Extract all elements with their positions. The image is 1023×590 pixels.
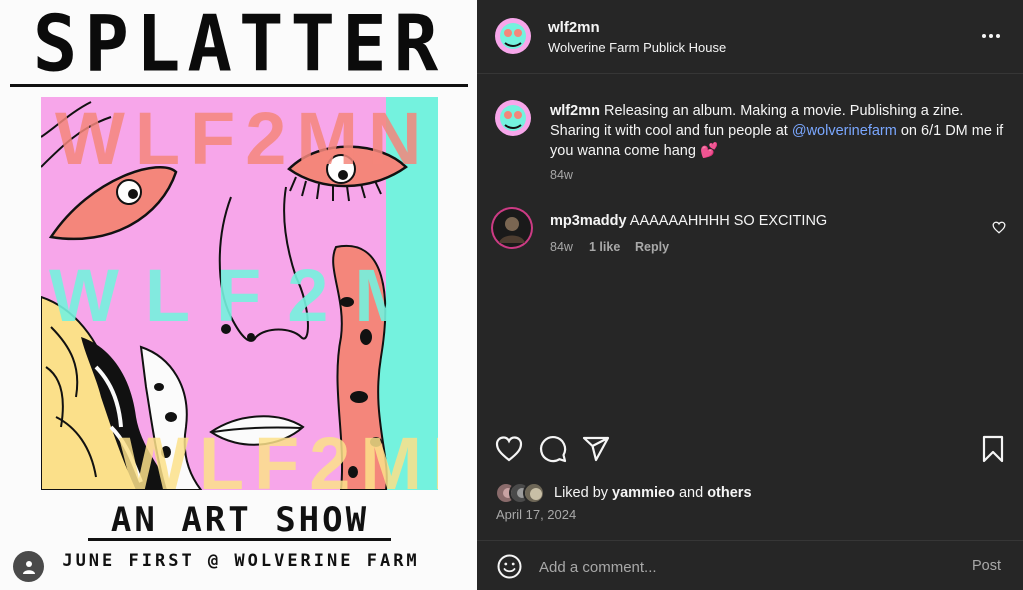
poster-title: SPLATTER bbox=[32, 0, 446, 90]
comment-text: mp3maddy AAAAAAHHHH SO EXCITING bbox=[550, 213, 827, 229]
caption-emoji: 💕 bbox=[699, 143, 718, 159]
likes-joiner: and bbox=[678, 485, 704, 501]
caption-age[interactable]: 84w bbox=[550, 168, 573, 182]
comment-body: AAAAAAHHHH SO EXCITING bbox=[629, 213, 828, 229]
heart-icon[interactable] bbox=[494, 434, 524, 464]
caption-username[interactable]: wlf2mn bbox=[550, 103, 600, 119]
likes-text: Liked by yammieo and others bbox=[554, 485, 752, 501]
caption-text: wlf2mn Releasing an album. Making a movi… bbox=[550, 101, 1010, 161]
poster-subtitle-rule bbox=[88, 538, 391, 541]
post-action-bar bbox=[477, 434, 1023, 470]
post-image[interactable]: SPLATTER WLF2MN WLF2M WLF2M AN ART SHOW … bbox=[0, 0, 477, 590]
comment-reply-button[interactable]: Reply bbox=[635, 240, 669, 254]
emoji-icon[interactable] bbox=[497, 554, 522, 579]
liker-avatar-image bbox=[525, 484, 543, 502]
poster-subtitle: AN ART SHOW bbox=[110, 500, 370, 540]
person-icon bbox=[22, 560, 35, 574]
poster-artwork: WLF2MN WLF2M WLF2MN bbox=[41, 97, 438, 490]
comment-age[interactable]: 84w bbox=[550, 240, 573, 254]
comment-like-count[interactable]: 1 like bbox=[589, 240, 620, 254]
more-options-button[interactable] bbox=[977, 26, 1005, 46]
poster-watermark-top: WLF2MN bbox=[55, 97, 432, 180]
comment-like-heart-icon[interactable] bbox=[992, 221, 1006, 234]
commenter-username[interactable]: mp3maddy bbox=[550, 213, 627, 229]
poster-watermark-middle: WLF2M bbox=[49, 254, 438, 337]
post-date[interactable]: April 17, 2024 bbox=[496, 507, 576, 522]
likes-prefix: Liked by bbox=[554, 485, 609, 501]
likes-user-link[interactable]: yammieo bbox=[612, 485, 675, 501]
bookmark-icon[interactable] bbox=[978, 434, 1008, 464]
liker-avatar[interactable] bbox=[523, 482, 545, 504]
author-avatar[interactable] bbox=[495, 18, 531, 54]
post-location[interactable]: Wolverine Farm Publick House bbox=[548, 40, 726, 55]
poster-date-line: JUNE FIRST @ WOLVERINE FARM bbox=[62, 551, 420, 571]
author-username[interactable]: wlf2mn bbox=[548, 19, 600, 36]
poster-watermark-bottom: WLF2MN bbox=[119, 422, 438, 490]
caption-author-avatar[interactable] bbox=[495, 100, 531, 136]
more-horizontal-icon bbox=[982, 34, 986, 38]
comment-icon[interactable] bbox=[538, 434, 568, 464]
post-details-panel: wlf2mn Wolverine Farm Publick House wlf2… bbox=[477, 0, 1023, 590]
poster-title-rule bbox=[10, 84, 468, 87]
post-comment-button[interactable]: Post bbox=[972, 558, 1001, 574]
user-tag-button[interactable] bbox=[13, 551, 44, 582]
author-avatar-image bbox=[495, 18, 531, 54]
add-comment-bar: Post bbox=[477, 540, 1023, 590]
comment-input[interactable] bbox=[539, 554, 939, 580]
caption-avatar-image bbox=[495, 100, 531, 136]
share-icon[interactable] bbox=[581, 434, 611, 464]
commenter-avatar[interactable] bbox=[491, 207, 533, 249]
commenter-avatar-image bbox=[493, 209, 531, 247]
comment-item: mp3maddy AAAAAAHHHH SO EXCITING 84w 1 li… bbox=[491, 207, 1011, 267]
likes-others-link[interactable]: others bbox=[707, 485, 751, 501]
caption-mention-link[interactable]: @wolverinefarm bbox=[792, 123, 897, 139]
post-header: wlf2mn Wolverine Farm Publick House bbox=[477, 0, 1023, 74]
